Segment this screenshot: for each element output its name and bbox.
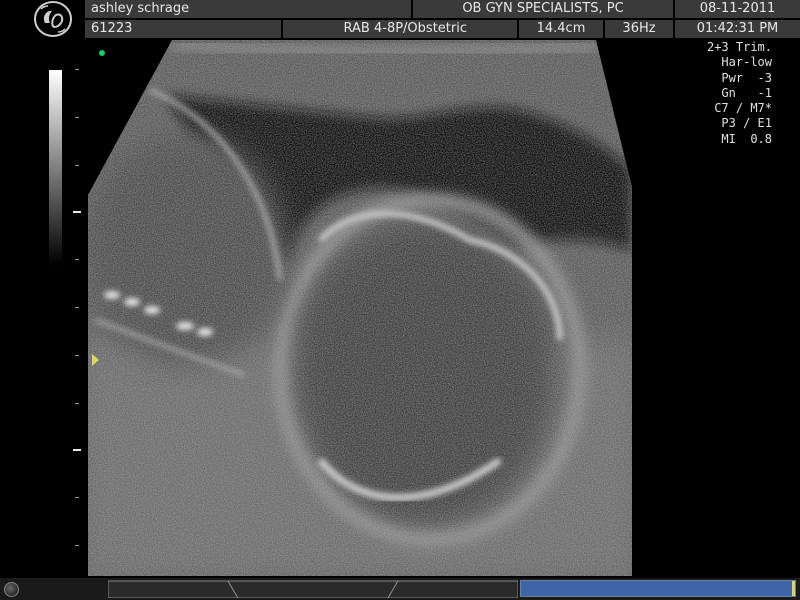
green-status-dot-icon xyxy=(99,50,105,56)
depth-tick xyxy=(75,117,79,118)
param-mechanical-index: MI 0.8 xyxy=(721,131,772,146)
depth-scale xyxy=(70,65,84,565)
depth-tick xyxy=(75,69,79,70)
info-header: ashley schrage OB GYN SPECIALISTS, PC 08… xyxy=(0,0,800,40)
depth-tick xyxy=(75,165,79,166)
param-trimester: 2+3 Trim. xyxy=(706,40,772,54)
patient-id: 61223 xyxy=(85,20,281,38)
exam-time: 01:42:31 PM xyxy=(675,20,800,38)
depth-tick xyxy=(75,545,79,546)
param-harmonic: Har-low xyxy=(721,55,772,70)
param-gain: Gn -1 xyxy=(721,85,772,100)
focus-marker-icon[interactable] xyxy=(92,354,99,366)
cine-progress-bar[interactable] xyxy=(520,580,796,597)
param-persistence: P3 / E1 xyxy=(721,116,772,131)
probe-application: RAB 4-8P/Obstetric xyxy=(283,20,517,38)
exam-date: 08-11-2011 xyxy=(675,0,800,18)
patient-name: ashley schrage xyxy=(85,0,411,18)
param-power: Pwr -3 xyxy=(721,70,772,85)
depth-tick xyxy=(75,403,79,404)
cine-progress-fill xyxy=(521,581,795,596)
cine-progress-end-marker xyxy=(792,581,795,596)
trackball-icon[interactable] xyxy=(4,582,19,597)
institution-name: OB GYN SPECIALISTS, PC xyxy=(413,0,673,18)
imaging-parameters: 2+3 Trim. Har-low Pwr -3 Gn -1 C7 / M7* … xyxy=(690,40,772,147)
depth-tick xyxy=(75,307,79,308)
softkey-tabs[interactable] xyxy=(108,580,518,598)
bottom-toolbar xyxy=(0,578,800,600)
depth-tick xyxy=(73,449,81,451)
grayscale-bar xyxy=(49,70,62,265)
softkey-tab[interactable] xyxy=(387,580,518,598)
frame-rate-readout: 36Hz xyxy=(605,20,673,38)
depth-tick xyxy=(75,259,79,260)
softkey-tab[interactable] xyxy=(108,580,239,598)
depth-tick xyxy=(75,497,79,498)
ge-logo xyxy=(34,1,72,37)
softkey-tab[interactable] xyxy=(227,580,399,598)
depth-readout: 14.4cm xyxy=(519,20,603,38)
param-compression: C7 / M7* xyxy=(714,101,772,116)
ultrasound-image[interactable] xyxy=(0,40,800,578)
depth-tick xyxy=(75,355,79,356)
depth-tick xyxy=(73,211,81,213)
